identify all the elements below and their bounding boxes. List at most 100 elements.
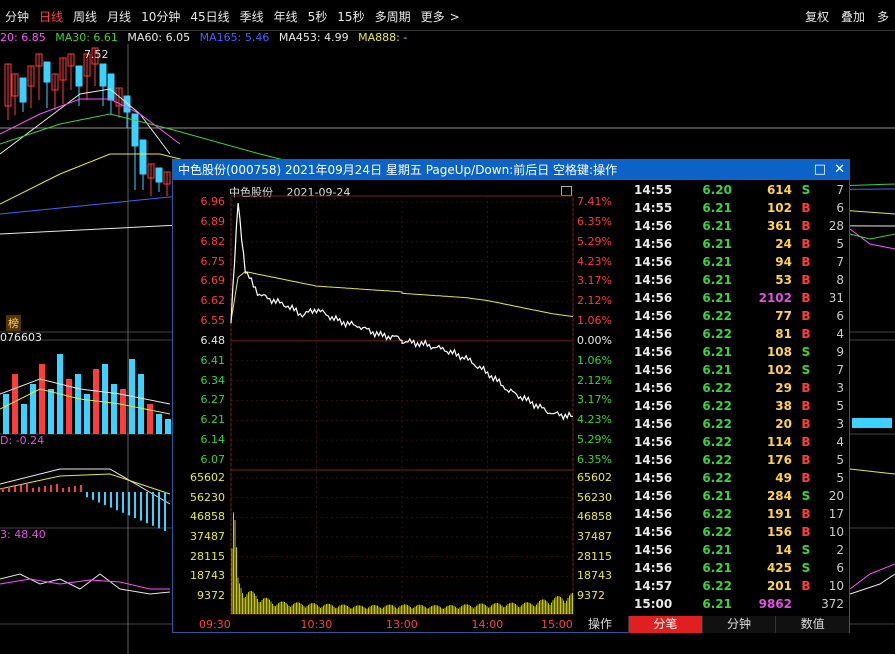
tick-row[interactable]: 14:56 6.22 191 B 17: [628, 505, 848, 523]
tick-row[interactable]: 14:56 6.21 2102 B 31: [628, 289, 848, 307]
toolbar-right: 复权 叠加多: [799, 8, 895, 26]
tick-count: 5: [836, 237, 844, 251]
tick-volume: 77: [775, 309, 792, 323]
close-icon[interactable]: ✕: [834, 160, 845, 180]
toolbar-right-button[interactable]: 叠加: [835, 8, 871, 26]
price-tick-label: 6.48: [200, 333, 226, 347]
time-tick-label: 14:00: [471, 618, 504, 631]
period-tab[interactable]: 周线: [68, 8, 102, 26]
tick-volume: 24: [775, 237, 792, 251]
tick-side: B: [801, 309, 811, 323]
ma453-label: MA453: 4.99: [278, 31, 349, 44]
price-tick-label: 6.75: [200, 254, 226, 268]
tick-list[interactable]: 14:55 6.20 614 S 7 14:55 6.21 102 B 6 14:56 6.21 361…: [628, 181, 848, 613]
tick-tab[interactable]: 分钟: [701, 616, 776, 633]
period-tab[interactable]: 10分钟: [136, 8, 185, 26]
period-tab[interactable]: 日线: [34, 8, 68, 26]
tick-count: 3: [836, 417, 844, 431]
volume-bar: [120, 389, 126, 434]
tick-time: 14:56: [634, 417, 673, 431]
tick-row[interactable]: 14:56 6.22 114 B 4: [628, 433, 848, 451]
rank-badge[interactable]: 榜: [6, 315, 21, 331]
volume-tick-label: 56230: [190, 490, 225, 504]
tick-price: 6.22: [702, 453, 732, 467]
candle-body: [19, 77, 27, 103]
tick-count: 17: [828, 507, 844, 521]
tick-time: 14:55: [634, 201, 673, 215]
tick-row[interactable]: 15:00 6.21 9862 372: [628, 595, 848, 613]
tick-volume: 20: [775, 417, 792, 431]
ma-line: [849, 468, 895, 475]
tick-count: 2: [836, 543, 844, 557]
pct-tick-label: 1.06%: [577, 353, 612, 367]
tick-row[interactable]: 14:55 6.20 614 S 7: [628, 181, 848, 199]
tick-side: B: [801, 579, 811, 593]
tick-price: 6.22: [702, 381, 732, 395]
tick-row[interactable]: 14:56 6.22 49 B 5: [628, 469, 848, 487]
price-tick-label: 6.62: [200, 294, 226, 308]
ma888-label: MA888: -: [358, 31, 408, 44]
tick-side: B: [801, 435, 811, 449]
period-tab[interactable]: 5秒: [303, 8, 333, 26]
period-tab[interactable]: 15秒: [332, 8, 369, 26]
tick-row[interactable]: 14:56 6.22 77 B 6: [628, 307, 848, 325]
tick-count: 10: [828, 525, 844, 539]
tick-row[interactable]: 14:56 6.21 108 S 9: [628, 343, 848, 361]
tick-time: 14:56: [634, 345, 673, 359]
more-arrow-icon[interactable]: >: [450, 8, 465, 26]
candle-body: [99, 63, 107, 87]
tick-row[interactable]: 14:55 6.21 102 B 6: [628, 199, 848, 217]
tick-price: 6.22: [702, 417, 732, 431]
time-tick-label: 15:00: [541, 618, 573, 631]
period-tab[interactable]: 更多: [416, 8, 450, 26]
pct-tick-label: 5.29%: [577, 234, 612, 248]
period-tab[interactable]: 季线: [235, 8, 269, 26]
tick-row[interactable]: 14:56 6.21 94 B 7: [628, 253, 848, 271]
pct-tick-label: 4.23%: [577, 413, 612, 427]
tick-row[interactable]: 14:56 6.21 361 B 28: [628, 217, 848, 235]
price-tick-label: 6.14: [200, 433, 226, 447]
tick-row[interactable]: 14:56 6.21 53 B 8: [628, 271, 848, 289]
pct-tick-label: 5.29%: [577, 433, 612, 447]
period-tab[interactable]: 月线: [102, 8, 136, 26]
toolbar-right-button[interactable]: 复权: [799, 8, 835, 26]
tick-row[interactable]: 14:56 6.22 176 B 5: [628, 451, 848, 469]
tick-time: 15:00: [634, 597, 673, 611]
pct-tick-label: 7.41%: [577, 195, 612, 208]
period-tab[interactable]: 分钟: [0, 8, 34, 26]
volume-tick-label: 46858: [577, 510, 612, 524]
tick-row[interactable]: 14:56 6.21 425 S 6: [628, 559, 848, 577]
price-tick-label: 6.96: [200, 195, 226, 208]
operate-button[interactable]: 操作: [575, 616, 625, 633]
candle-body: [123, 95, 131, 113]
maximize-icon[interactable]: □: [814, 160, 826, 180]
price-tick-label: 6.07: [200, 453, 226, 466]
period-tab[interactable]: 多周期: [370, 8, 416, 26]
tick-row[interactable]: 14:56 6.21 24 B 5: [628, 235, 848, 253]
tick-time: 14:56: [634, 237, 673, 251]
candle-body: [155, 167, 163, 183]
toolbar-right-button[interactable]: 多: [871, 8, 895, 26]
tick-row[interactable]: 14:56 6.22 156 B 10: [628, 523, 848, 541]
volume-bar: [3, 394, 9, 434]
intraday-chart[interactable]: [173, 160, 628, 634]
tick-row[interactable]: 14:56 6.21 102 S 7: [628, 361, 848, 379]
tick-count: 4: [836, 327, 844, 341]
tick-side: B: [801, 327, 811, 341]
tick-row[interactable]: 14:56 6.21 14 S 2: [628, 541, 848, 559]
tick-row[interactable]: 14:56 6.22 29 B 3: [628, 379, 848, 397]
tick-tab[interactable]: 分笔: [628, 616, 702, 633]
pct-tick-label: 4.23%: [577, 254, 612, 268]
tick-row[interactable]: 14:56 6.22 20 B 3: [628, 415, 848, 433]
tick-volume: 49: [775, 471, 792, 485]
tick-row[interactable]: 14:56 6.22 81 B 4: [628, 325, 848, 343]
tick-tab[interactable]: 数值: [775, 616, 850, 633]
period-tab[interactable]: 年线: [269, 8, 303, 26]
tick-row[interactable]: 14:56 6.22 38 B 5: [628, 397, 848, 415]
tick-time: 14:56: [634, 273, 673, 287]
period-tab[interactable]: 45日线: [185, 8, 234, 26]
tick-row[interactable]: 14:56 6.21 284 S 20: [628, 487, 848, 505]
rsi-line: [849, 563, 895, 590]
tick-row[interactable]: 14:57 6.22 201 B 10: [628, 577, 848, 595]
high-price-label: 7.52: [84, 48, 109, 61]
